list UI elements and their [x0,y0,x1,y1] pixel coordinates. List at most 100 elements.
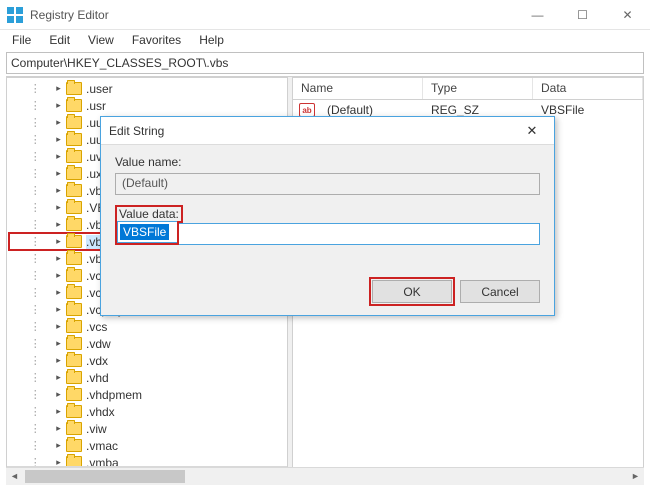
tree-line: ⋮ [9,201,51,214]
ok-button[interactable]: OK [372,280,452,303]
window-title: Registry Editor [30,8,515,22]
list-hscroll[interactable]: ◄ ► [292,467,644,484]
title-bar: Registry Editor — ☐ ✕ [0,0,650,30]
tree-line: ⋮ [9,252,51,265]
cancel-button[interactable]: Cancel [460,280,540,303]
folder-icon [66,252,82,265]
tree-item[interactable]: ⋮ ▸ .vdx [9,352,287,369]
expand-icon[interactable]: ▸ [53,219,64,230]
expand-icon[interactable]: ▸ [53,83,64,94]
tree-item[interactable]: ⋮ ▸ .vdw [9,335,287,352]
expand-icon[interactable]: ▸ [53,270,64,281]
expand-icon[interactable]: ▸ [53,151,64,162]
menu-edit[interactable]: Edit [41,31,78,49]
folder-icon [66,184,82,197]
tree-item[interactable]: ⋮ ▸ .user [9,80,287,97]
tree-item-label: .user [86,82,113,96]
tree-item[interactable]: ⋮ ▸.vhdpmem [9,386,287,403]
expand-icon[interactable]: ▸ [53,134,64,145]
folder-icon [66,320,82,333]
tree-item-label: .vhdx [86,405,115,419]
expand-icon[interactable]: ▸ [53,321,64,332]
folder-icon [66,439,82,452]
tree-line: ⋮ [9,116,51,129]
tree-line: ⋮ [9,337,51,350]
folder-icon [66,133,82,146]
tree-item-label: .vhd [86,371,109,385]
value-data-field[interactable] [179,223,540,245]
tree-line: ⋮ [9,320,51,333]
tree-item[interactable]: ⋮ ▸ .vcs [9,318,287,335]
col-type[interactable]: Type [423,78,533,99]
expand-icon[interactable]: ▸ [53,202,64,213]
expand-icon[interactable]: ▸ [53,168,64,179]
tree-line: ⋮ [9,439,51,452]
expand-icon[interactable]: ▸ [53,117,64,128]
dialog-close-button[interactable]: ✕ [518,121,546,141]
value-name-label: Value name: [115,155,540,169]
tree-item[interactable]: ⋮ ▸.vmac [9,437,287,454]
menu-favorites[interactable]: Favorites [124,31,189,49]
value-data-selected-text: VBSFile [120,224,169,240]
folder-icon [66,201,82,214]
tree-item[interactable]: ⋮ ▸ .viw [9,420,287,437]
tree-item-label: .vdx [86,354,108,368]
value-name-field[interactable]: (Default) [115,173,540,195]
address-bar[interactable]: Computer\HKEY_CLASSES_ROOT\.vbs [6,52,644,74]
col-data[interactable]: Data [533,78,643,99]
expand-icon[interactable]: ▸ [53,389,64,400]
tree-line: ⋮ [9,184,51,197]
expand-icon[interactable]: ▸ [53,423,64,434]
tree-item-label: .vcs [86,320,107,334]
string-value-icon: ab [299,103,315,117]
maximize-button[interactable]: ☐ [560,0,605,30]
tree-line: ⋮ [9,218,51,231]
folder-icon [66,354,82,367]
folder-icon [66,235,82,248]
scroll-right-icon[interactable]: ► [627,468,644,485]
expand-icon[interactable]: ▸ [53,304,64,315]
dialog-title: Edit String [109,124,518,138]
expand-icon[interactable]: ▸ [53,406,64,417]
folder-icon [66,303,82,316]
expand-icon[interactable]: ▸ [53,287,64,298]
tree-line: ⋮ [9,388,51,401]
folder-icon [66,269,82,282]
close-button[interactable]: ✕ [605,0,650,30]
app-icon [6,6,24,24]
expand-icon[interactable]: ▸ [53,372,64,383]
folder-icon [66,218,82,231]
tree-line: ⋮ [9,354,51,367]
minimize-button[interactable]: — [515,0,560,30]
menu-help[interactable]: Help [191,31,232,49]
value-data-field-sel[interactable]: VBSFile [117,221,177,243]
expand-icon[interactable]: ▸ [53,338,64,349]
value-data-label: Value data: [119,207,179,221]
folder-icon [66,286,82,299]
tree-item-label: .viw [86,422,107,436]
menu-file[interactable]: File [4,31,39,49]
expand-icon[interactable]: ▸ [53,236,64,247]
menu-view[interactable]: View [80,31,122,49]
tree-line: ⋮ [9,133,51,146]
expand-icon[interactable]: ▸ [53,185,64,196]
tree-item-label: .vdw [86,337,111,351]
tree-line: ⋮ [9,82,51,95]
col-name[interactable]: Name [293,78,423,99]
expand-icon[interactable]: ▸ [53,440,64,451]
folder-icon [66,405,82,418]
folder-icon [66,99,82,112]
tree-line: ⋮ [9,99,51,112]
menu-bar: File Edit View Favorites Help [0,30,650,50]
expand-icon[interactable]: ▸ [53,355,64,366]
tree-item[interactable]: ⋮ ▸.vhd [9,369,287,386]
tree-line: ⋮ [9,269,51,282]
tree-item[interactable]: ⋮ ▸.usr [9,97,287,114]
tree-item[interactable]: ⋮ ▸.vhdx [9,403,287,420]
expand-icon[interactable]: ▸ [53,100,64,111]
tree-line: ⋮ [9,422,51,435]
cell-type: REG_SZ [423,103,533,117]
expand-icon[interactable]: ▸ [53,253,64,264]
folder-icon [66,388,82,401]
dialog-titlebar[interactable]: Edit String ✕ [101,117,554,145]
